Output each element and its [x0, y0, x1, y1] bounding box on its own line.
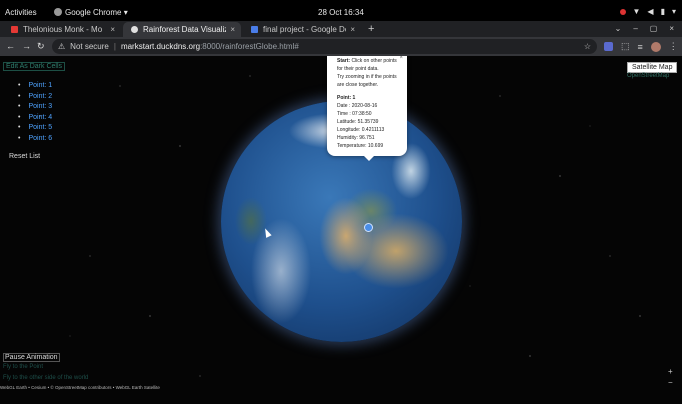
tab-thelonious-monk[interactable]: Thelonious Monk - Mo × — [3, 22, 121, 37]
popup-field-time: Time : 07:38:50 — [337, 111, 372, 117]
fly-to-point-link[interactable]: Fly to the Point — [3, 364, 43, 370]
globe-viewer[interactable]: × Start: Click on other points for their… — [0, 56, 682, 404]
profile-avatar[interactable] — [650, 41, 661, 52]
tab-title: Rainforest Data Visualiz — [143, 25, 227, 34]
battery-icon: ▮ — [660, 7, 665, 16]
point-info-popup: × Start: Click on other points for their… — [327, 56, 407, 161]
close-window-icon[interactable]: × — [669, 24, 674, 33]
map-attribution: WebGL Earth • Cesium • © OpenStreetMap c… — [0, 385, 160, 390]
list-item[interactable]: Point: 2 — [18, 92, 52, 103]
url-text: markstart.duckdns.org:8000/rainforestGlo… — [121, 42, 299, 51]
list-item[interactable]: Point: 6 — [18, 134, 52, 145]
wifi-icon: ▼ — [632, 7, 641, 16]
tab-title: Thelonious Monk - Mo — [23, 25, 103, 34]
omnibox-separator: | — [113, 42, 116, 51]
window-controls: ⌄ – ▢ × — [615, 24, 674, 33]
tab-rainforest-data[interactable]: Rainforest Data Visualiz × — [123, 22, 241, 37]
power-menu-icon: ▾ — [671, 7, 676, 16]
fly-other-side-link[interactable]: Fly to the other side of the world — [3, 375, 88, 381]
url-path: :8000/rainforestGlobe.html# — [200, 42, 299, 51]
popup-field-humidity: Humidity: 96.751 — [337, 135, 375, 141]
minimize-icon[interactable]: – — [633, 24, 637, 33]
tab-final-project-doc[interactable]: final project - Google Doc × — [243, 22, 361, 37]
youtube-favicon-icon — [11, 26, 18, 33]
tab-strip: Thelonious Monk - Mo × Rainforest Data V… — [0, 21, 682, 37]
tab-close-icon[interactable]: × — [230, 25, 235, 34]
back-icon[interactable]: ← — [6, 41, 15, 51]
chrome-icon — [54, 8, 62, 16]
popup-intro-line: Try zooming in if the points — [337, 74, 397, 80]
reading-list-icon[interactable]: ≡ — [638, 42, 643, 52]
bookmark-star-icon[interactable]: ☆ — [584, 42, 591, 51]
record-indicator-icon — [619, 8, 626, 15]
globe-favicon-icon — [131, 26, 138, 33]
list-item[interactable]: Point: 1 — [18, 81, 52, 92]
not-secure-warning-icon[interactable]: ⚠ — [58, 42, 65, 51]
popup-intro-line: for their point data. — [337, 66, 379, 72]
popup-field-temperature: Temperature: 10.699 — [337, 143, 384, 149]
forward-icon[interactable]: → — [22, 41, 31, 51]
system-tray[interactable]: ▼ ◀ ▮ ▾ — [619, 7, 676, 16]
openstreetmap-link[interactable]: OpenStreetMap — [627, 73, 669, 79]
list-item[interactable]: Point: 4 — [18, 113, 52, 124]
docs-favicon-icon — [251, 26, 258, 33]
zoom-in-button[interactable]: + — [668, 367, 673, 376]
browser-toolbar: ← → ↻ ⚠ Not secure | markstart.duckdns.o… — [0, 37, 682, 56]
url-host: markstart.duckdns.org — [120, 42, 201, 51]
list-item[interactable]: Point: 3 — [18, 102, 52, 113]
popup-intro: Start: Click on other points — [337, 58, 397, 64]
tab-title: final project - Google Doc — [263, 25, 347, 34]
pause-animation-button[interactable]: Pause Animation — [3, 353, 60, 362]
reload-icon[interactable]: ↻ — [37, 41, 45, 52]
popup-point-title: Point: 1 — [337, 95, 356, 101]
address-bar[interactable]: ⚠ Not secure | markstart.duckdns.org:800… — [52, 39, 597, 54]
points-list: Point: 1 Point: 2 Point: 3 Point: 4 Poin… — [18, 81, 52, 144]
popup-field-date: Date : 2020-08-16 — [337, 103, 378, 109]
zoom-out-button[interactable]: − — [668, 378, 673, 387]
clock[interactable]: 28 Oct 16:34 — [318, 8, 364, 17]
satellite-map-button[interactable]: Satellite Map — [627, 62, 678, 73]
maximize-icon[interactable]: ▢ — [650, 24, 658, 33]
tab-search-icon[interactable]: ⌄ — [615, 24, 622, 33]
app-menu[interactable]: Google Chrome ▾ — [54, 8, 128, 17]
list-item[interactable]: Point: 5 — [18, 123, 52, 134]
new-tab-button[interactable]: + — [368, 23, 374, 35]
data-point-marker[interactable] — [364, 223, 373, 232]
extensions-puzzle-icon[interactable]: ⬚ — [621, 41, 630, 52]
tab-close-icon[interactable]: × — [110, 25, 115, 34]
tab-close-icon[interactable]: × — [350, 25, 355, 34]
app-name: Google Chrome — [65, 8, 122, 17]
popup-field-latitude: Latitude: 51.35739 — [337, 119, 379, 125]
activities-button[interactable]: Activities — [5, 8, 37, 17]
popup-field-longitude: Longitude: 0.4211113 — [337, 127, 385, 133]
toolbar-icons: ⬚ ≡ ⋮ — [604, 41, 678, 52]
volume-icon: ◀ — [647, 7, 654, 16]
reset-list-button[interactable]: Reset List — [9, 153, 40, 160]
app-menu-arrow-icon: ▾ — [123, 8, 128, 17]
popup-close-icon[interactable]: × — [399, 56, 403, 62]
edit-dark-cells-button[interactable]: Edit As Dark Cells — [3, 62, 66, 71]
extension-icon[interactable] — [604, 42, 613, 51]
popup-intro-line: are close together. — [337, 82, 379, 88]
chrome-menu-icon[interactable]: ⋮ — [669, 41, 678, 52]
popup-pointer — [364, 156, 374, 161]
not-secure-label: Not secure — [70, 42, 109, 51]
